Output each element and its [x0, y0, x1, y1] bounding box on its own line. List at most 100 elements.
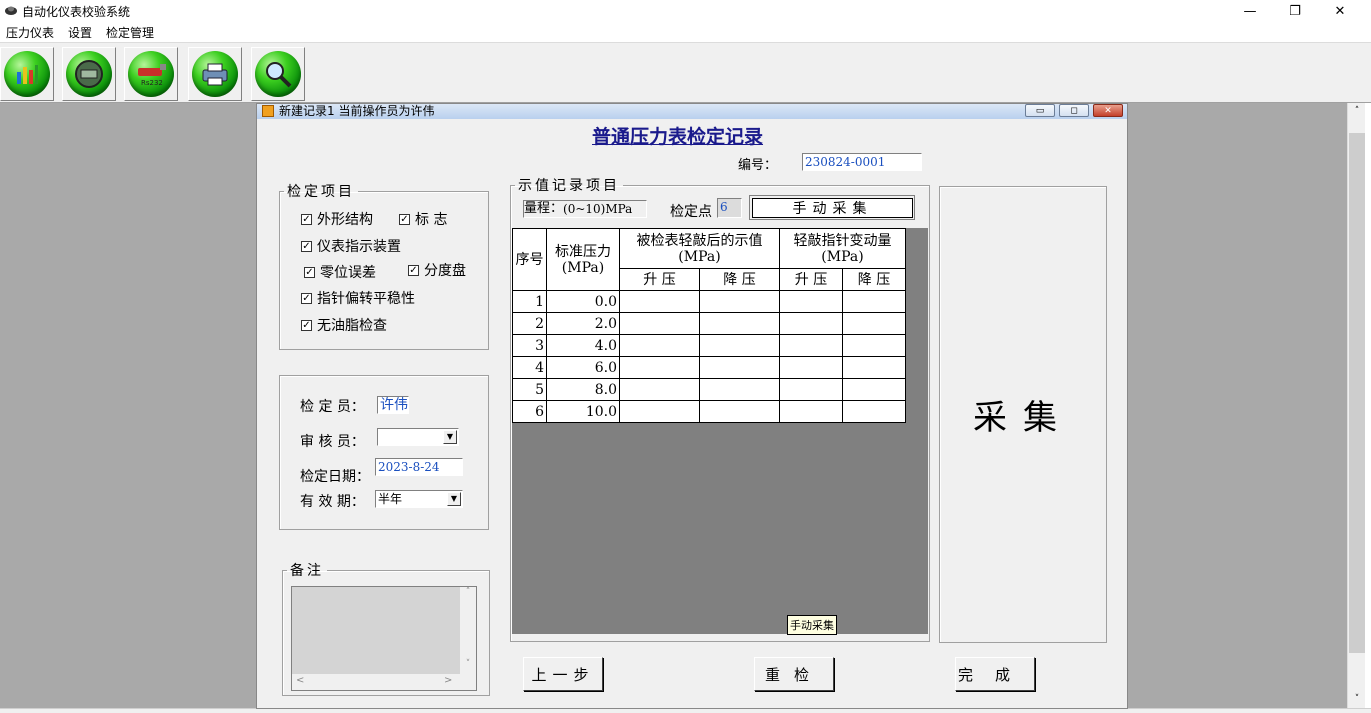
header-indicated-up: 升 压: [619, 268, 700, 291]
cell[interactable]: [842, 378, 906, 401]
table-row: 1 0.0: [512, 290, 906, 313]
cell[interactable]: [779, 378, 843, 401]
chevron-down-icon[interactable]: ▼: [447, 492, 461, 506]
restore-button[interactable]: ❐: [1272, 0, 1318, 22]
cell[interactable]: [699, 312, 780, 335]
scroll-thumb[interactable]: [1349, 133, 1365, 653]
printer-icon: [192, 51, 238, 97]
toolbar-print-button[interactable]: [188, 47, 242, 101]
previous-step-button[interactable]: 上一步: [523, 657, 603, 691]
header-change-down: 降 压: [842, 268, 906, 291]
cell[interactable]: [779, 312, 843, 335]
manual-collect-tooltip: 手动采集: [787, 615, 837, 635]
gauge-display-icon: [66, 51, 112, 97]
table-row: 3 4.0: [512, 334, 906, 357]
header-indicated: 被检表轻敲后的示值 (MPa): [619, 228, 780, 269]
check-indicator-device[interactable]: ✓ 仪表指示装置: [301, 236, 401, 256]
record-form-window: 新建记录1 当前操作员为许伟 ▭ ◻ ✕ 普通压力表检定记录 编号： 23082…: [256, 103, 1128, 709]
chevron-down-icon[interactable]: ▼: [443, 430, 457, 444]
cell[interactable]: [619, 356, 700, 379]
scroll-up-icon[interactable]: ˄: [460, 587, 476, 597]
finish-button[interactable]: 完成: [955, 657, 1035, 691]
table-row: 2 2.0: [512, 312, 906, 335]
checkbox-icon: ✓: [301, 319, 312, 331]
header-standard: 标准压力 (MPa): [546, 228, 620, 291]
check-pointer-stability[interactable]: ✓ 指针偏转平稳性: [301, 288, 415, 308]
cell[interactable]: [779, 290, 843, 313]
header-change-up: 升 压: [779, 268, 843, 291]
record-form-titlebar: 新建记录1 当前操作员为许伟 ▭ ◻ ✕: [257, 104, 1127, 119]
check-items-legend: 检定项目: [287, 184, 355, 200]
scroll-right-icon[interactable]: >: [444, 675, 452, 686]
header-change: 轻敲指针变动量 (MPa): [779, 228, 906, 269]
collect-panel[interactable]: 采集: [939, 186, 1107, 643]
cell[interactable]: [842, 334, 906, 357]
check-zero-error[interactable]: ✓ 零位误差: [304, 262, 376, 282]
readings-grid-area: 序号 标准压力 (MPa) 被检表轻敲后的示值 (MPa) 轻敲指针变动量 (MPa)…: [512, 228, 928, 634]
cell[interactable]: [619, 290, 700, 313]
checkbox-icon: ✓: [408, 264, 419, 276]
cell[interactable]: [619, 400, 700, 423]
cell[interactable]: [842, 400, 906, 423]
cell[interactable]: [699, 334, 780, 357]
header-seq: 序号: [512, 228, 547, 291]
validity-select[interactable]: 半年 ▼: [375, 490, 463, 508]
number-field[interactable]: 230824-0001: [802, 153, 922, 171]
cell[interactable]: [842, 290, 906, 313]
cell[interactable]: [619, 312, 700, 335]
menu-bar: 压力仪表 设置 检定管理: [0, 22, 1371, 42]
close-button[interactable]: ✕: [1317, 0, 1363, 22]
cell[interactable]: [699, 400, 780, 423]
check-no-grease[interactable]: ✓ 无油脂检查: [301, 315, 387, 335]
cell[interactable]: [619, 378, 700, 401]
remarks-textarea[interactable]: ˄ ˅ < >: [291, 586, 477, 691]
cell[interactable]: [842, 356, 906, 379]
reviewer-select[interactable]: ▼: [377, 428, 459, 446]
number-label: 编号：: [738, 158, 778, 173]
mdi-vertical-scrollbar[interactable]: ˄ ˅: [1347, 103, 1365, 709]
cell[interactable]: [779, 400, 843, 423]
validity-label: 有 效 期：: [300, 494, 365, 510]
child-restore-button[interactable]: ◻: [1059, 104, 1089, 117]
readings-legend: 示值记录项目: [518, 178, 620, 194]
scroll-down-icon[interactable]: ˅: [460, 659, 476, 669]
date-field[interactable]: 2023-8-24: [375, 458, 463, 476]
menu-verification-management[interactable]: 检定管理: [106, 24, 154, 41]
scroll-down-icon[interactable]: ˅: [1349, 691, 1365, 707]
remarks-vscroll[interactable]: ˄ ˅: [460, 587, 476, 675]
recheck-button[interactable]: 重检: [754, 657, 834, 691]
child-minimize-button[interactable]: ▭: [1025, 104, 1055, 117]
menu-settings[interactable]: 设置: [68, 24, 92, 41]
checkbox-icon: ✓: [304, 266, 315, 278]
checkbox-icon: ✓: [301, 240, 312, 252]
toolbar-gauge-button[interactable]: [62, 47, 116, 101]
range-display: 量程： (0~10)MPa: [523, 200, 647, 218]
scroll-left-icon[interactable]: <: [296, 675, 304, 686]
manual-collect-button[interactable]: 手动采集: [752, 198, 913, 218]
cell[interactable]: [699, 356, 780, 379]
points-field[interactable]: 6: [717, 198, 742, 218]
check-appearance[interactable]: ✓ 外形结构: [301, 209, 373, 229]
checkbox-icon: ✓: [301, 292, 312, 304]
minimize-button[interactable]: —: [1227, 0, 1273, 22]
toolbar-search-button[interactable]: [251, 47, 305, 101]
grid-icon: [262, 105, 274, 117]
search-icon: [255, 51, 301, 97]
reviewer-label: 审 核 员：: [300, 434, 365, 450]
scroll-up-icon[interactable]: ˄: [1349, 103, 1365, 119]
check-marking[interactable]: ✓ 标 志: [399, 209, 447, 229]
remarks-hscroll[interactable]: < >: [292, 674, 476, 690]
child-close-button[interactable]: ✕: [1093, 104, 1123, 117]
cell[interactable]: [619, 334, 700, 357]
readings-table: 序号 标准压力 (MPa) 被检表轻敲后的示值 (MPa) 轻敲指针变动量 (MPa)…: [512, 228, 906, 423]
toolbar-rs232-button[interactable]: Rs232: [124, 47, 178, 101]
check-dial[interactable]: ✓ 分度盘: [408, 260, 466, 280]
inspector-field[interactable]: 许伟: [377, 396, 409, 414]
cell[interactable]: [779, 334, 843, 357]
cell[interactable]: [699, 290, 780, 313]
cell[interactable]: [779, 356, 843, 379]
cell[interactable]: [699, 378, 780, 401]
cell[interactable]: [842, 312, 906, 335]
toolbar-chart-button[interactable]: [0, 47, 54, 101]
menu-pressure-instruments[interactable]: 压力仪表: [6, 24, 54, 41]
